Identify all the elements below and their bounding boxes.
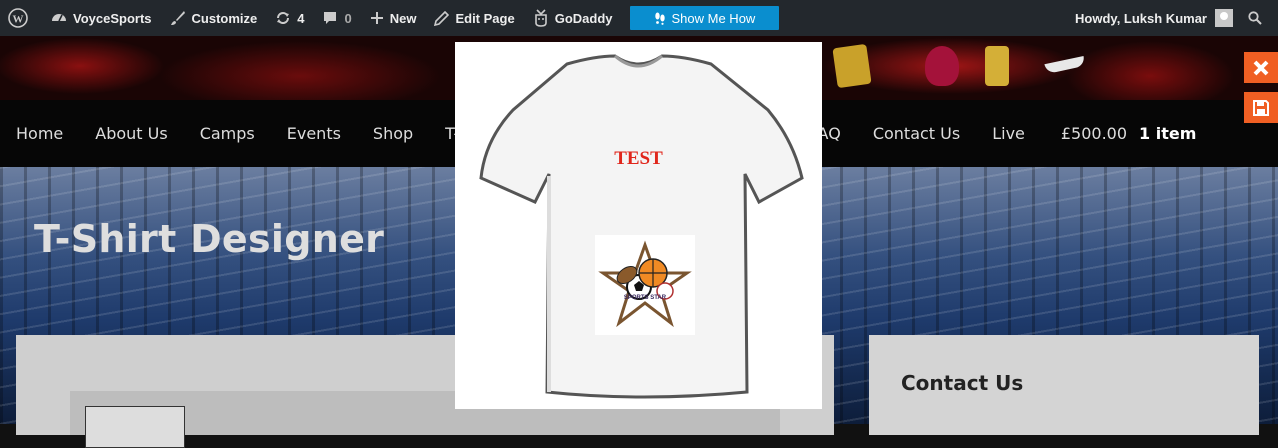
updates-link[interactable]: 4 [266, 0, 313, 36]
baseball-icon [656, 282, 674, 300]
footprint-icon [654, 12, 665, 25]
dashboard-icon [52, 14, 66, 22]
admin-bar: W VoyceSports Customize 4 0 New Edit Pag… [0, 0, 1278, 36]
page-title: T-Shirt Designer [34, 217, 385, 261]
my-account-link[interactable]: Howdy, Luksh Kumar [1066, 0, 1242, 36]
search-icon [1248, 11, 1262, 25]
customize-link[interactable]: Customize [161, 0, 267, 36]
greeting-label: Howdy, Luksh Kumar [1075, 10, 1207, 26]
avatar [1215, 9, 1233, 27]
comment-icon [324, 12, 337, 24]
nav-camps[interactable]: Camps [184, 124, 271, 143]
plus-icon [370, 12, 383, 24]
cart-count: 1 item [1139, 124, 1197, 143]
updates-count: 4 [297, 10, 305, 26]
wordpress-icon: W [8, 8, 28, 28]
save-icon [1253, 99, 1269, 116]
site-name-label: VoyceSports [73, 10, 152, 26]
sidebar-title: Contact Us [901, 371, 1024, 395]
edit-page-link[interactable]: Edit Page [425, 0, 523, 36]
tshirt-image [479, 54, 804, 399]
nav-cart[interactable]: £500.00 1 item [1045, 124, 1213, 143]
tshirt-preview-popup: TEST SPORTS STAR [455, 42, 822, 409]
swoosh-logo [1044, 55, 1086, 75]
nav-live[interactable]: Live [976, 124, 1041, 143]
godaddy-link[interactable]: GoDaddy [524, 0, 622, 36]
sidebar-widget: Contact Us [869, 335, 1259, 435]
customize-label: Customize [191, 10, 258, 26]
nav-about-us[interactable]: About Us [79, 124, 183, 143]
new-content-link[interactable]: New [361, 0, 426, 36]
godaddy-icon [534, 9, 547, 27]
cart-total: £500.00 [1060, 124, 1128, 143]
nav-events[interactable]: Events [271, 124, 357, 143]
tshirt-custom-text: TEST [614, 148, 663, 169]
close-icon [1253, 60, 1269, 75]
logo-caption: SPORTS STAR [623, 295, 667, 301]
close-button[interactable] [1244, 52, 1278, 83]
show-me-how-label: Show Me How [671, 10, 756, 26]
nav-shop[interactable]: Shop [357, 124, 429, 143]
refresh-icon [277, 12, 290, 24]
nav-contact-us[interactable]: Contact Us [857, 124, 976, 143]
wordpress-menu[interactable]: W [0, 0, 42, 36]
new-label: New [389, 10, 417, 26]
edit-page-label: Edit Page [455, 10, 515, 26]
sports-star-logo: SPORTS STAR [595, 235, 695, 335]
comments-link[interactable]: 0 [313, 0, 360, 36]
comments-count: 0 [344, 10, 352, 26]
show-me-how-button[interactable]: Show Me How [629, 6, 780, 30]
nav-home[interactable]: Home [0, 124, 79, 143]
club-badge [832, 43, 872, 89]
site-name-link[interactable]: VoyceSports [42, 0, 161, 36]
save-button[interactable] [1244, 92, 1278, 123]
trophy-badge [985, 46, 1009, 86]
search-button[interactable] [1242, 0, 1278, 36]
tshirt-thumbnail[interactable] [85, 406, 185, 448]
pencil-icon [434, 10, 450, 26]
brush-icon [170, 11, 185, 25]
svg-text:W: W [13, 14, 24, 26]
godaddy-label: GoDaddy [554, 10, 613, 26]
club-badge [925, 46, 959, 86]
